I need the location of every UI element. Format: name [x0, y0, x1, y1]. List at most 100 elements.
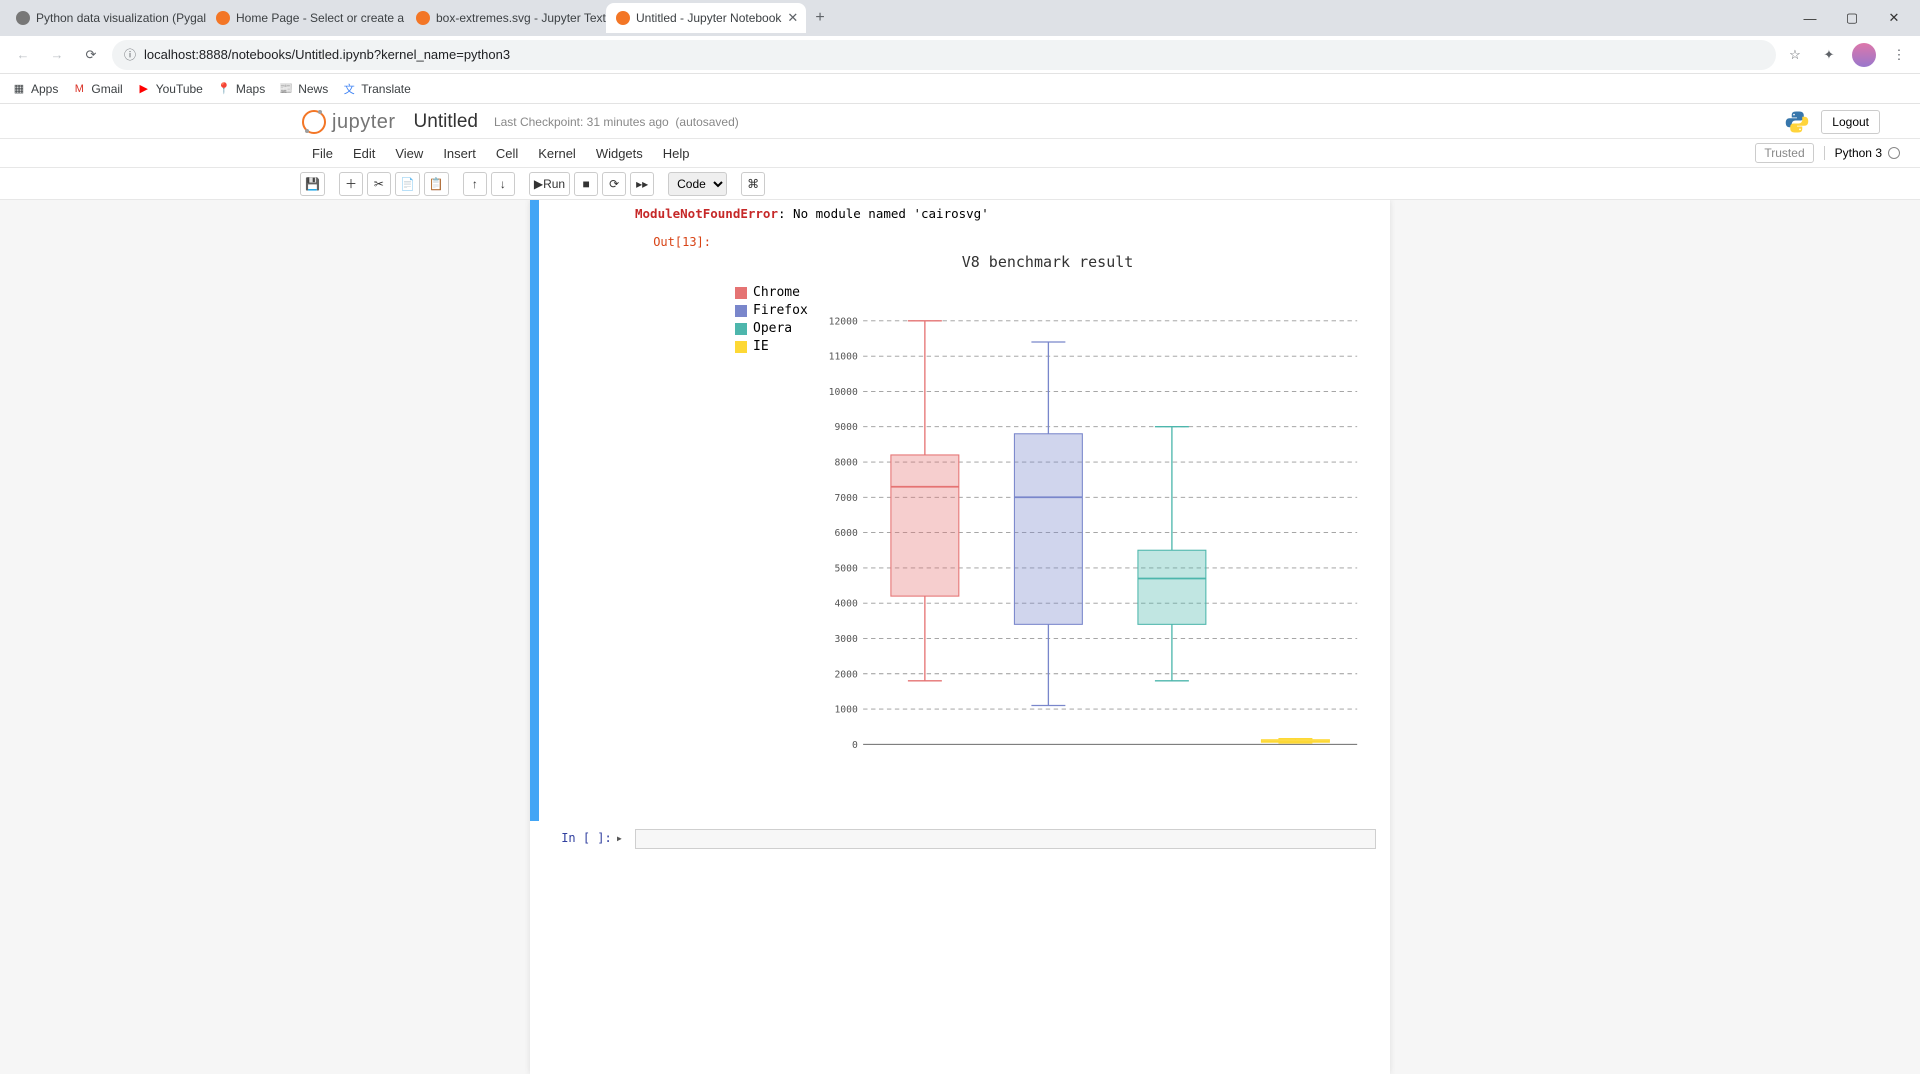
out-prompt: Out[13]: [635, 235, 719, 811]
restart-button[interactable]: ⟳ [602, 172, 626, 196]
add-cell-button[interactable]: ＋ [339, 172, 363, 196]
legend-swatch [735, 341, 747, 353]
address-bar: ← → ⟳ ⓘ ☆ ✦ ⋮ [0, 36, 1920, 74]
chart-plot: 0100020003000400050006000700080009000100… [819, 277, 1366, 797]
kernel-status-icon [1888, 147, 1900, 159]
omnibox[interactable]: ⓘ [112, 40, 1776, 70]
trusted-indicator[interactable]: Trusted [1755, 143, 1813, 163]
legend-item: IE [735, 339, 819, 354]
legend-item: Chrome [735, 285, 819, 300]
url-input[interactable] [144, 47, 1764, 62]
kernel-indicator[interactable]: Python 3 [1824, 146, 1900, 160]
cell-type-select[interactable]: Code [668, 172, 727, 196]
svg-text:8000: 8000 [834, 458, 857, 469]
output-cell[interactable]: ModuleNotFoundError: No module named 'ca… [530, 200, 1390, 821]
jupyter-wordmark: jupyter [332, 111, 396, 134]
restart-run-all-button[interactable]: ▸▸ [630, 172, 654, 196]
favicon-icon [216, 11, 230, 25]
svg-text:5000: 5000 [834, 563, 857, 574]
chart-title: V8 benchmark result [729, 253, 1366, 271]
checkpoint-text: Last Checkpoint: 31 minutes ago (autosav… [494, 115, 739, 129]
extensions-icon[interactable]: ✦ [1818, 44, 1840, 66]
window-controls: — ▢ ✕ [1790, 3, 1914, 33]
chart-legend: Chrome Firefox Opera IE [729, 277, 819, 797]
star-icon[interactable]: ☆ [1784, 44, 1806, 66]
menu-widgets[interactable]: Widgets [586, 146, 653, 161]
svg-text:10000: 10000 [829, 387, 858, 398]
menu-file[interactable]: File [302, 146, 343, 161]
menu-edit[interactable]: Edit [343, 146, 385, 161]
new-tab-button[interactable]: + [806, 4, 834, 32]
legend-swatch [735, 287, 747, 299]
legend-swatch [735, 323, 747, 335]
favicon-icon [416, 11, 430, 25]
notebook-title[interactable]: Untitled [414, 111, 478, 133]
menu-insert[interactable]: Insert [433, 146, 486, 161]
svg-text:1000: 1000 [834, 705, 857, 716]
reload-button[interactable]: ⟳ [78, 42, 104, 68]
jupyter-icon [302, 110, 326, 134]
notebook-scroll[interactable]: ModuleNotFoundError: No module named 'ca… [0, 200, 1920, 1074]
menu-icon[interactable]: ⋮ [1888, 44, 1910, 66]
in-prompt: In [ ]:▸ [535, 827, 635, 855]
news-bookmark[interactable]: 📰News [279, 82, 328, 96]
run-button[interactable]: ▶ Run [529, 172, 570, 196]
interrupt-button[interactable]: ■ [574, 172, 598, 196]
maps-bookmark[interactable]: 📍Maps [217, 82, 265, 96]
site-info-icon[interactable]: ⓘ [124, 46, 136, 63]
svg-text:6000: 6000 [834, 528, 857, 539]
jupyter-logo[interactable]: jupyter [302, 110, 396, 134]
translate-bookmark[interactable]: 文Translate [342, 82, 411, 96]
logout-button[interactable]: Logout [1821, 110, 1880, 134]
svg-text:7000: 7000 [834, 493, 857, 504]
maximize-button[interactable]: ▢ [1832, 3, 1872, 33]
gmail-bookmark[interactable]: MGmail [72, 82, 122, 96]
svg-text:9000: 9000 [834, 422, 857, 433]
apps-bookmark[interactable]: ▦Apps [12, 82, 58, 96]
close-window-button[interactable]: ✕ [1874, 3, 1914, 33]
tab-1[interactable]: Home Page - Select or create a n✕ [206, 3, 406, 33]
menu-kernel[interactable]: Kernel [528, 146, 586, 161]
move-down-button[interactable]: ↓ [491, 172, 515, 196]
cut-button[interactable]: ✂ [367, 172, 391, 196]
tab-strip: Python data visualization (Pygal✕Home Pa… [0, 0, 1920, 36]
menu-help[interactable]: Help [653, 146, 700, 161]
paste-button[interactable]: 📋 [424, 172, 449, 196]
code-input[interactable] [635, 829, 1376, 849]
tab-title: Python data visualization (Pygal [36, 11, 206, 25]
tab-3[interactable]: Untitled - Jupyter Notebook✕ [606, 3, 806, 33]
menu-cell[interactable]: Cell [486, 146, 528, 161]
back-button[interactable]: ← [10, 42, 36, 68]
svg-text:3000: 3000 [834, 634, 857, 645]
tab-2[interactable]: box-extremes.svg - Jupyter Text E✕ [406, 3, 606, 33]
svg-text:0: 0 [852, 740, 858, 751]
minimize-button[interactable]: — [1790, 3, 1830, 33]
legend-label: Opera [753, 321, 792, 336]
legend-label: Chrome [753, 285, 800, 300]
copy-button[interactable]: 📄 [395, 172, 420, 196]
jupyter-header: jupyter Untitled Last Checkpoint: 31 min… [0, 104, 1920, 138]
move-up-button[interactable]: ↑ [463, 172, 487, 196]
save-button[interactable]: 💾 [300, 172, 325, 196]
forward-button[interactable]: → [44, 42, 70, 68]
svg-text:4000: 4000 [834, 599, 857, 610]
legend-item: Opera [735, 321, 819, 336]
legend-label: Firefox [753, 303, 808, 318]
close-tab-icon[interactable]: ✕ [787, 10, 798, 26]
python-icon [1785, 110, 1809, 134]
tab-0[interactable]: Python data visualization (Pygal✕ [6, 3, 206, 33]
menubar: FileEditViewInsertCellKernelWidgetsHelp … [0, 138, 1920, 168]
legend-swatch [735, 305, 747, 317]
legend-label: IE [753, 339, 769, 354]
favicon-icon [16, 11, 30, 25]
svg-text:11000: 11000 [829, 352, 858, 363]
menu-view[interactable]: View [385, 146, 433, 161]
svg-text:12000: 12000 [829, 316, 858, 327]
error-output: ModuleNotFoundError: No module named 'ca… [635, 206, 1376, 221]
profile-avatar[interactable] [1852, 43, 1876, 67]
input-cell[interactable]: In [ ]:▸ [530, 821, 1390, 869]
output-prompt [535, 204, 635, 817]
favicon-icon [616, 11, 630, 25]
command-palette-button[interactable]: ⌘ [741, 172, 765, 196]
youtube-bookmark[interactable]: ▶YouTube [137, 82, 203, 96]
